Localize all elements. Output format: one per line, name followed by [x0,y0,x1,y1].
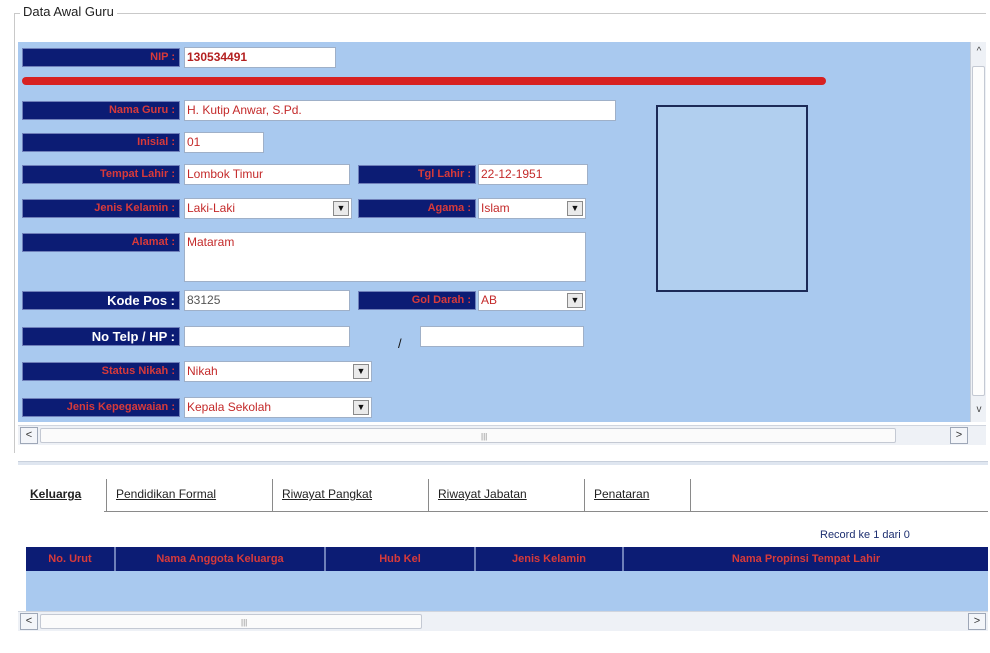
column-header-no-urut[interactable]: No. Urut [26,547,116,571]
tgl-lahir-label: Tgl Lahir : [358,165,476,184]
grid-horizontal-scrollbar[interactable]: < ||| > [18,611,988,631]
tab-separator [428,479,429,511]
column-header-nama-anggota[interactable]: Nama Anggota Keluarga [116,547,326,571]
phone-separator: / [398,336,402,351]
jenis-kepegawaian-select[interactable]: Kepala Sekolah ▼ [184,397,372,418]
record-counter: Record ke 1 dari 0 [820,529,910,541]
grid-body[interactable] [26,571,988,611]
agama-value: Islam [481,201,510,215]
chevron-down-icon[interactable]: ▼ [353,364,369,379]
tabs-baseline [104,511,988,512]
scroll-right-icon[interactable]: > [950,427,968,444]
tab-riwayat-jabatan[interactable]: Riwayat Jabatan [432,477,582,511]
jenis-kelamin-label: Jenis Kelamin : [22,199,180,218]
status-nikah-label: Status Nikah : [22,362,180,381]
jenis-kelamin-select[interactable]: Laki-Laki ▼ [184,198,352,219]
tab-penataran[interactable]: Penataran [588,477,688,511]
frame-title: Data Awal Guru [20,4,117,19]
scroll-down-icon[interactable]: v [971,402,987,418]
alamat-field[interactable]: Mataram [184,232,586,282]
gol-darah-label: Gol Darah : [358,291,476,310]
jenis-kepegawaian-label: Jenis Kepegawaian : [22,398,180,417]
form-vertical-scrollbar[interactable]: ^ v [970,42,986,422]
chevron-down-icon[interactable]: ▼ [353,400,369,415]
grid-header: No. Urut Nama Anggota Keluarga Hub Kel J… [26,547,988,571]
agama-select[interactable]: Islam ▼ [478,198,586,219]
column-header-hub-kel[interactable]: Hub Kel [326,547,476,571]
agama-label: Agama : [358,199,476,218]
tab-riwayat-pangkat[interactable]: Riwayat Pangkat [276,477,426,511]
kode-pos-field[interactable]: 83125 [184,290,350,311]
nama-guru-field[interactable]: H. Kutip Anwar, S.Pd. [184,100,616,121]
tab-separator [584,479,585,511]
inisial-label: Inisial : [22,133,180,152]
form-panel: NIP : 130534491 Nama Guru : H. Kutip Anw… [18,42,970,422]
alamat-label: Alamat : [22,233,180,252]
form-horizontal-scrollbar[interactable]: < ||| > [18,425,986,445]
tempat-lahir-field[interactable]: Lombok Timur [184,164,350,185]
chevron-down-icon[interactable]: ▼ [567,293,583,308]
horizontal-scroll-thumb[interactable]: ||| [40,428,896,443]
gol-darah-value: AB [481,293,498,307]
frame-border-left [14,13,15,453]
kode-pos-label: Kode Pos : [22,291,180,310]
section-divider [18,461,988,465]
tab-separator [106,479,107,511]
accent-bar [22,77,826,85]
photo-frame[interactable] [656,105,808,292]
jenis-kepegawaian-value: Kepala Sekolah [187,400,272,414]
grip-icon: ||| [241,618,248,627]
no-telp-label: No Telp / HP : [22,327,180,346]
grip-icon: ||| [481,432,488,441]
column-header-jenis-kelamin[interactable]: Jenis Kelamin [476,547,624,571]
gol-darah-select[interactable]: AB ▼ [478,290,586,311]
status-nikah-select[interactable]: Nikah ▼ [184,361,372,382]
nip-label: NIP : [22,48,180,67]
vertical-scroll-thumb[interactable] [972,66,985,396]
jenis-kelamin-value: Laki-Laki [187,201,236,215]
tab-separator [690,479,691,511]
tgl-lahir-field[interactable]: 22-12-1951 [478,164,588,185]
scroll-right-icon[interactable]: > [968,613,986,630]
inisial-field[interactable]: 01 [184,132,264,153]
frame-border-top [14,13,986,14]
no-hp-field[interactable] [420,326,584,347]
scroll-up-icon[interactable]: ^ [971,44,987,60]
chevron-down-icon[interactable]: ▼ [567,201,583,216]
scroll-left-icon[interactable]: < [20,427,38,444]
tempat-lahir-label: Tempat Lahir : [22,165,180,184]
tab-pendidikan-formal[interactable]: Pendidikan Formal [110,477,270,511]
nip-field[interactable]: 130534491 [184,47,336,68]
scroll-left-icon[interactable]: < [20,613,38,630]
nama-guru-label: Nama Guru : [22,101,180,120]
column-header-propinsi[interactable]: Nama Propinsi Tempat Lahir [624,547,988,571]
grid-scroll-thumb[interactable]: ||| [40,614,422,629]
no-telp-field[interactable] [184,326,350,347]
tab-separator [272,479,273,511]
chevron-down-icon[interactable]: ▼ [333,201,349,216]
status-nikah-value: Nikah [187,364,218,378]
tab-keluarga[interactable]: Keluarga [24,477,104,511]
